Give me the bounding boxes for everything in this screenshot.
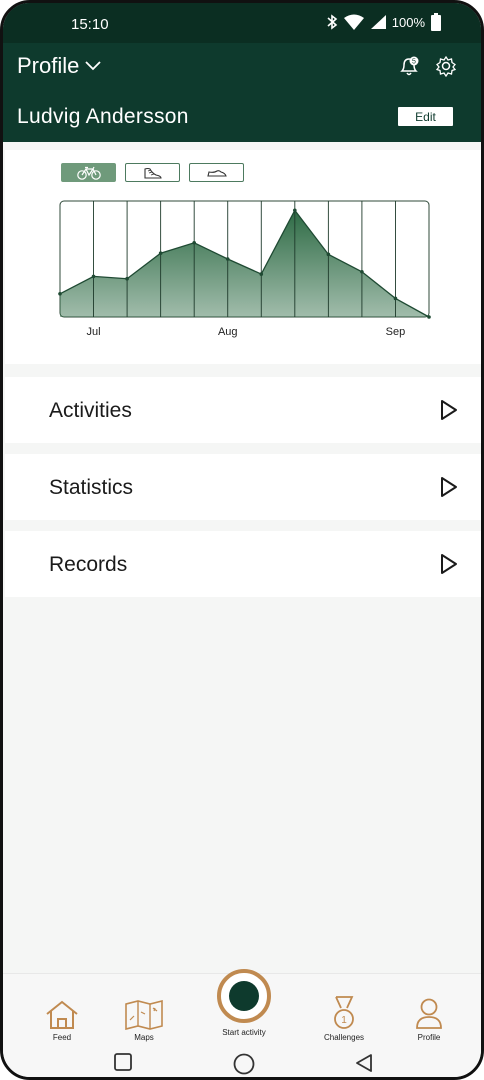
signal-icon [370, 15, 386, 29]
edit-profile-button[interactable]: Edit [398, 107, 453, 126]
statistics-row[interactable]: Statistics [5, 454, 481, 520]
nav-challenges[interactable]: 1 Challenges [309, 994, 379, 1042]
nav-feed[interactable]: Feed [27, 994, 97, 1042]
battery-icon [431, 13, 441, 31]
start-activity-label: Start activity [222, 1028, 266, 1037]
recent-apps-icon[interactable] [114, 1053, 132, 1071]
profile-switcher[interactable]: Profile [17, 53, 101, 79]
start-activity: Start activity [209, 959, 279, 1039]
profile-name: Ludvig Andersson [17, 105, 189, 128]
chart-point [293, 208, 297, 213]
chart-month-label: Aug [218, 326, 238, 338]
chevron-down-icon [85, 61, 101, 71]
nav-profile-label: Profile [417, 1033, 441, 1042]
records-row[interactable]: Records [5, 531, 481, 597]
record-dot-icon [229, 981, 259, 1011]
nav-challenges-label: Challenges [323, 1033, 365, 1042]
start-activity-button[interactable] [217, 969, 271, 1023]
home-icon [46, 1000, 78, 1029]
medal-icon: 1 [334, 996, 354, 1029]
chart-point [192, 240, 196, 245]
system-navigation-bar [3, 1045, 481, 1077]
battery-percent: 100% [391, 14, 425, 30]
status-time: 15:10 [71, 16, 109, 33]
svg-text:1: 1 [341, 1015, 347, 1026]
wifi-icon [343, 14, 364, 30]
page-title: Profile [17, 53, 80, 78]
activity-area-chart: Jul Aug Sep [58, 200, 431, 338]
user-profile-icon [416, 998, 442, 1029]
notification-bell-icon[interactable]: 5 [399, 55, 419, 77]
notification-count: 5 [412, 59, 416, 66]
bluetooth-icon [327, 14, 338, 30]
home-circle-icon[interactable] [233, 1053, 255, 1075]
phone-frame: 15:10 100% Profile 5 Ludvig Andersson Ed… [0, 0, 484, 1080]
nav-profile[interactable]: Profile [394, 994, 464, 1042]
chart-point [58, 292, 62, 296]
chart-point [158, 251, 163, 255]
back-triangle-icon[interactable] [355, 1053, 373, 1073]
settings-gear-icon[interactable] [435, 55, 457, 77]
chart-point [259, 272, 264, 276]
status-icons: 100% [326, 13, 441, 31]
activity-chart-card: Jul Aug Sep [5, 150, 481, 364]
statistics-label: Statistics [49, 476, 134, 499]
chart-point [91, 274, 96, 279]
map-icon [125, 1000, 163, 1030]
nav-maps[interactable]: Maps [109, 994, 179, 1042]
header-actions: 5 [399, 55, 457, 77]
nav-maps-label: Maps [134, 1033, 154, 1042]
chart-point [125, 276, 129, 281]
records-label: Records [49, 553, 128, 576]
status-bar: 15:10 100% [3, 3, 481, 43]
chart-point [427, 315, 431, 319]
chart-month-label: Sep [386, 326, 406, 338]
chart-point [326, 252, 331, 257]
activities-label: Activities [49, 399, 132, 422]
play-arrow-icon [441, 554, 457, 574]
activities-row[interactable]: Activities [5, 377, 481, 443]
chart-point [225, 257, 230, 261]
chart-month-label: Jul [87, 326, 101, 338]
play-arrow-icon [441, 400, 457, 420]
chart-point [360, 269, 364, 274]
profile-header: 15:10 100% Profile 5 Ludvig Andersson Ed… [3, 3, 481, 142]
play-arrow-icon [441, 477, 457, 497]
nav-feed-label: Feed [52, 1033, 72, 1042]
chart-point [393, 296, 398, 301]
chart-area [60, 210, 429, 317]
